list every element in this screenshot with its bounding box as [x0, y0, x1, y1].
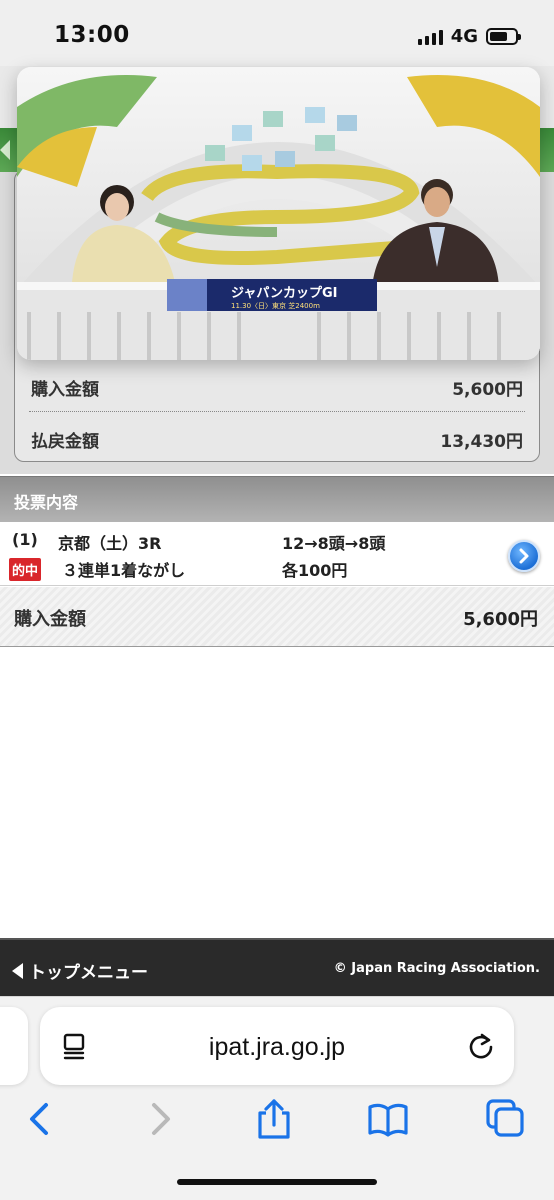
total-row: 購入金額 5,600円	[0, 587, 554, 647]
top-menu-link[interactable]: トップメニュー	[12, 958, 148, 983]
section-title: 投票内容	[14, 493, 79, 512]
back-icon[interactable]	[18, 1097, 62, 1141]
bet-detail-next-button[interactable]	[508, 540, 540, 572]
status-bar: 13:00 4G	[0, 0, 554, 66]
previous-tab[interactable]	[0, 1007, 28, 1085]
summary-purchase-label: 購入金額	[31, 380, 99, 400]
chevron-right-icon	[519, 548, 529, 564]
share-icon[interactable]	[252, 1097, 296, 1141]
pip-video[interactable]: ジャパンカップGI 11.30〈日〉東京 芝2400m	[17, 67, 540, 360]
total-value: 5,600円	[463, 609, 538, 630]
battery-icon	[486, 28, 521, 45]
program-subtitle: 11.30〈日〉東京 芝2400m	[231, 301, 320, 310]
bookmarks-icon[interactable]	[366, 1097, 410, 1141]
hit-badge: 的中	[9, 558, 42, 581]
summary-payout-label: 払戻金額	[31, 432, 99, 452]
summary-purchase-value: 5,600円	[452, 380, 523, 400]
address-bar[interactable]: ipat.jra.go.jp	[40, 1007, 514, 1085]
summary-payout-value: 13,430円	[440, 432, 523, 452]
top-menu-label: トップメニュー	[29, 963, 148, 983]
video-frame: ジャパンカップGI 11.30〈日〉東京 芝2400m	[17, 67, 540, 360]
copyright: © Japan Racing Association.	[333, 961, 540, 976]
bet-detail-row[interactable]: (1) 京都（土）3R 12→8頭→8頭 的中 ３連単1着ながし 各100円	[0, 522, 554, 586]
summary-divider	[29, 411, 525, 412]
cellular-signal-icon	[417, 29, 443, 45]
back-triangle-icon	[12, 962, 23, 979]
summary-purchase-row: 購入金額 5,600円	[31, 375, 523, 400]
forward-icon[interactable]	[138, 1097, 182, 1141]
bet-type: ３連単1着ながし	[62, 561, 186, 580]
reload-icon[interactable]	[466, 1031, 496, 1061]
status-time: 13:00	[54, 22, 130, 48]
section-header: 投票内容	[0, 476, 554, 522]
home-indicator	[177, 1179, 377, 1185]
total-label: 購入金額	[14, 609, 86, 630]
summary-payout-row: 払戻金額 13,430円	[31, 427, 523, 452]
banner-prev-icon	[0, 140, 10, 160]
network-type: 4G	[450, 26, 478, 47]
bet-number: (1)	[12, 530, 38, 549]
tabs-icon[interactable]	[484, 1097, 528, 1141]
page-footer: トップメニュー © Japan Racing Association.	[0, 938, 554, 996]
status-indicators: 4G	[417, 26, 521, 47]
program-title: ジャパンカップGI	[231, 286, 338, 301]
bet-amount: 各100円	[282, 561, 348, 580]
bet-combination: 12→8頭→8頭	[282, 534, 386, 553]
browser-toolbar: ipat.jra.go.jp	[0, 996, 554, 1200]
url-text: ipat.jra.go.jp	[208, 1033, 346, 1061]
bet-race: 京都（土）3R	[58, 534, 162, 553]
